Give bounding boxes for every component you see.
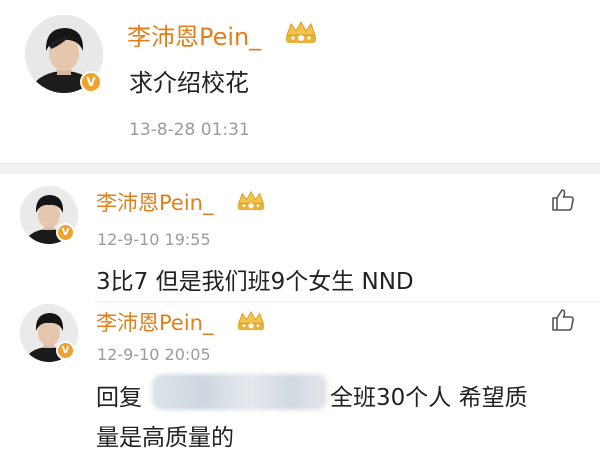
reply-content: 全班30个人 希望质 [330, 385, 528, 411]
verified-badge-icon: V [56, 341, 75, 360]
crown-icon [286, 20, 316, 43]
section-divider [0, 163, 600, 174]
comment-item: V 李沛恩Pein_ 12-9-10 19:55 3比7 但是我们班9个女生 N… [0, 174, 600, 302]
post-username[interactable]: 李沛恩Pein_ [127, 17, 261, 52]
comment-content: 3比7 但是我们班9个女生 NND [96, 269, 414, 295]
reply-content-line2: 量是高质量的 [96, 425, 234, 451]
post-timestamp: 13-8-28 01:31 [129, 120, 250, 140]
post-content: 求介绍校花 [129, 69, 249, 97]
blurred-mention [152, 374, 327, 410]
crown-icon [237, 310, 265, 331]
comment-timestamp: 12-9-10 19:55 [97, 230, 211, 249]
comment-username[interactable]: 李沛恩Pein_ [96, 307, 213, 337]
thumbs-up-icon[interactable] [550, 187, 576, 213]
thumbs-up-icon[interactable] [550, 307, 576, 333]
crown-icon [237, 190, 265, 211]
verified-badge-icon: V [56, 223, 75, 242]
comment-timestamp: 12-9-10 20:05 [97, 345, 211, 364]
verified-badge-icon: V [80, 71, 102, 93]
comment-username[interactable]: 李沛恩Pein_ [96, 187, 213, 217]
weibo-screenshot: V 李沛恩Pein_ 求介绍校花 13-8-28 01:31 V 李沛恩Pein… [0, 0, 600, 462]
main-post: V 李沛恩Pein_ 求介绍校花 13-8-28 01:31 [0, 0, 600, 163]
reply-prefix: 回复 [96, 385, 142, 411]
